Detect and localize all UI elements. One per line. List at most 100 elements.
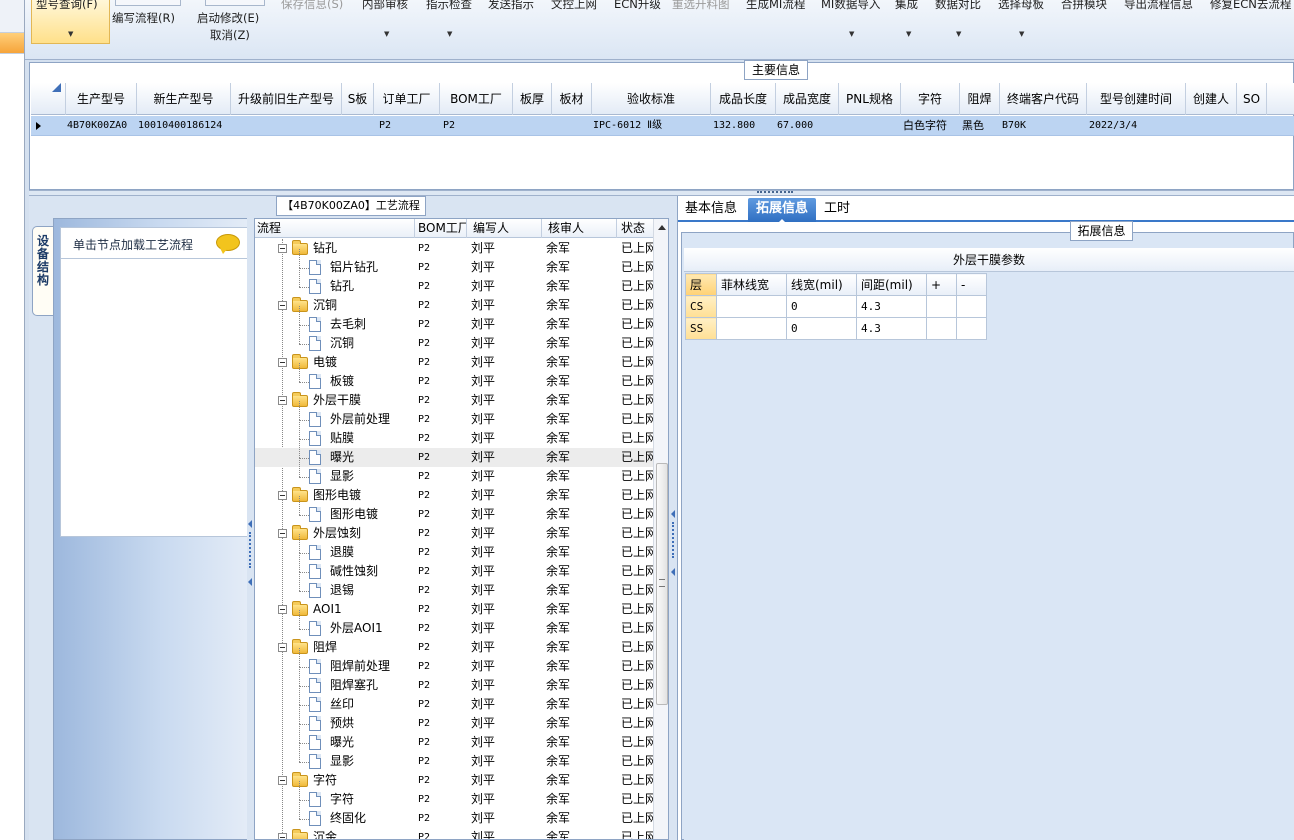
col-reviewer[interactable]: 核审人 — [542, 219, 617, 238]
tree-item-row[interactable]: 阻焊前处理 P2 刘平 余军 已上网 — [255, 648, 653, 676]
chevron-down-icon[interactable]: ▼ — [906, 30, 911, 38]
repair-ecn-button[interactable]: 修复ECN去流程 — [1210, 0, 1291, 12]
export-flow-button[interactable]: 导出流程信息 — [1124, 0, 1193, 12]
col-thickness[interactable]: 板厚 — [513, 83, 552, 115]
cell-spacing[interactable]: 4.3 — [856, 295, 927, 318]
col-pnl[interactable]: PNL规格 — [839, 83, 901, 115]
tree-item-row[interactable]: 碱性蚀刻 P2 刘平 余军 已上网 — [255, 553, 653, 581]
tree-group-row[interactable]: 沉铜 P2 刘平 余军 已上网 — [255, 296, 653, 315]
tree-group-row[interactable]: AOI1 P2 刘平 余军 已上网 — [255, 600, 653, 619]
scroll-thumb[interactable] — [656, 463, 668, 705]
table-row[interactable]: SS 0 4.3 — [685, 317, 987, 340]
chevron-down-icon[interactable]: ▼ — [384, 30, 389, 38]
col-minus[interactable]: - — [956, 273, 987, 296]
chevron-down-icon[interactable]: ▼ — [447, 30, 452, 38]
col-standard[interactable]: 验收标准 — [592, 83, 711, 115]
tree-item-row[interactable]: 阻焊塞孔 P2 刘平 余军 已上网 — [255, 667, 653, 695]
gen-mi-flow-button[interactable]: 生成MI流程 — [746, 0, 805, 12]
tree-group-row[interactable]: 字符 P2 刘平 余军 已上网 — [255, 771, 653, 790]
cell-line-width[interactable]: 0 — [786, 317, 857, 340]
scroll-up-icon[interactable] — [658, 225, 666, 230]
tree-item-row[interactable]: 铝片钻孔 P2 刘平 余军 已上网 — [255, 249, 653, 277]
internal-review-button[interactable]: 内部审核 — [362, 0, 408, 12]
collapse-toggle-icon[interactable] — [278, 529, 287, 538]
splitter-grip-icon[interactable] — [249, 532, 251, 568]
cell-minus[interactable] — [956, 317, 987, 340]
splitter-grip-icon[interactable] — [757, 191, 793, 194]
tree-item-row[interactable]: 沉铜 P2 刘平 余军 已上网 — [255, 325, 653, 353]
col-character[interactable]: 字符 — [901, 83, 960, 115]
tree-group-row[interactable]: 外层蚀刻 P2 刘平 余军 已上网 — [255, 524, 653, 543]
col-s-board[interactable]: S板 — [342, 83, 374, 115]
chevron-down-icon[interactable]: ▼ — [956, 30, 961, 38]
data-compare-button[interactable]: 数据对比 — [935, 0, 981, 12]
tree-item-row[interactable]: 曝光 P2 刘平 余军 已上网 — [255, 439, 653, 467]
col-bom-factory[interactable]: BOM工厂 — [440, 83, 513, 115]
tree-item-row[interactable]: 图形电镀 P2 刘平 余军 已上网 — [255, 496, 653, 524]
collapse-toggle-icon[interactable] — [278, 605, 287, 614]
mi-data-import-button[interactable]: MI数据导入 — [821, 0, 880, 12]
tree-group-row[interactable]: 电镀 P2 刘平 余军 已上网 — [255, 353, 653, 372]
process-tree-scrollbar[interactable] — [653, 219, 668, 839]
tree-item-row[interactable]: 退膜 P2 刘平 余军 已上网 — [255, 534, 653, 562]
splitter-grip-icon[interactable] — [672, 522, 674, 558]
col-customer-code[interactable]: 终端客户代码 — [1000, 83, 1087, 115]
col-prod-model[interactable]: 生产型号 — [66, 83, 137, 115]
left-strip-active-item[interactable] — [0, 33, 24, 53]
doc-upload-button[interactable]: 文控上网 — [551, 0, 597, 12]
col-flow[interactable]: 流程 — [255, 219, 415, 238]
col-created[interactable]: 型号创建时间 — [1087, 83, 1186, 115]
col-line-width[interactable]: 线宽(mil) — [786, 273, 857, 296]
collapse-right-icon[interactable] — [671, 568, 675, 576]
col-material[interactable]: 板材 — [552, 83, 592, 115]
col-creator[interactable]: 创建人 — [1186, 83, 1237, 115]
tree-item-row[interactable]: 钻孔 P2 刘平 余军 已上网 — [255, 268, 653, 296]
side-tab-equipment[interactable]: 设备结构 — [32, 226, 54, 316]
tree-item-row[interactable]: 字符 P2 刘平 余军 已上网 — [255, 781, 653, 809]
tree-item-row[interactable]: 贴膜 P2 刘平 余军 已上网 — [255, 420, 653, 448]
collapse-toggle-icon[interactable] — [278, 491, 287, 500]
tree-item-row[interactable]: 曝光 P2 刘平 余军 已上网 — [255, 724, 653, 752]
tree-item-row[interactable]: 外层前处理 P2 刘平 余军 已上网 — [255, 401, 653, 429]
collapse-toggle-icon[interactable] — [278, 776, 287, 785]
ecn-upgrade-button[interactable]: ECN升级 — [614, 0, 661, 12]
write-flow-button[interactable]: 编写流程(R) — [112, 10, 175, 26]
tree-item-row[interactable]: 预烘 P2 刘平 余军 已上网 — [255, 705, 653, 733]
table-row[interactable]: 4B70K00ZA0 10010400186124 P2 P2 IPC-6012… — [31, 116, 1294, 136]
tree-group-row[interactable]: 沉金 P2 刘平 余军 已上网 — [255, 828, 653, 839]
send-instruction-button[interactable]: 发送指示 — [488, 0, 534, 12]
cell-line-width[interactable]: 0 — [786, 295, 857, 318]
collapse-toggle-icon[interactable] — [278, 301, 287, 310]
integrate-button[interactable]: 集成 — [895, 0, 918, 12]
chevron-down-icon[interactable]: ▼ — [68, 30, 73, 38]
collapse-toggle-icon[interactable] — [278, 396, 287, 405]
col-new-model[interactable]: 新生产型号 — [137, 83, 231, 115]
collapse-left-icon[interactable] — [248, 520, 252, 528]
collapse-right-icon[interactable] — [671, 510, 675, 518]
col-width[interactable]: 成品宽度 — [776, 83, 839, 115]
cell-film-width[interactable] — [716, 295, 787, 318]
start-modify-button[interactable]: 启动修改(E) — [197, 10, 259, 26]
col-old-model[interactable]: 升级前旧生产型号 — [231, 83, 342, 115]
cell-film-width[interactable] — [716, 317, 787, 340]
merge-module-button[interactable]: 合拼模块 — [1061, 0, 1107, 12]
chevron-down-icon[interactable]: ▼ — [1019, 30, 1024, 38]
cell-minus[interactable] — [956, 295, 987, 318]
vertical-splitter-right[interactable] — [669, 196, 678, 840]
tree-group-row[interactable]: 图形电镀 P2 刘平 余军 已上网 — [255, 486, 653, 505]
reselect-cutting-button[interactable]: 重选开料图 — [672, 0, 730, 12]
col-so[interactable]: SO — [1237, 83, 1267, 115]
col-status[interactable]: 状态 — [617, 219, 653, 238]
tree-group-row[interactable]: 外层干膜 P2 刘平 余军 已上网 — [255, 391, 653, 410]
query-model-button[interactable]: 型号查询(F) ▼ — [31, 0, 110, 44]
col-spacing[interactable]: 间距(mil) — [856, 273, 927, 296]
cell-plus[interactable] — [926, 295, 957, 318]
cancel-button[interactable]: 取消(Z) — [210, 27, 250, 43]
col-layer[interactable]: 层 — [685, 273, 717, 296]
tab-basic-info[interactable]: 基本信息 — [680, 198, 742, 222]
col-bom[interactable]: BOM工厂 — [415, 219, 467, 238]
select-mother-button[interactable]: 选择母板 — [998, 0, 1044, 12]
table-row[interactable]: CS 0 4.3 — [685, 295, 987, 318]
tree-item-row[interactable]: 退锡 P2 刘平 余军 已上网 — [255, 572, 653, 600]
col-length[interactable]: 成品长度 — [711, 83, 776, 115]
